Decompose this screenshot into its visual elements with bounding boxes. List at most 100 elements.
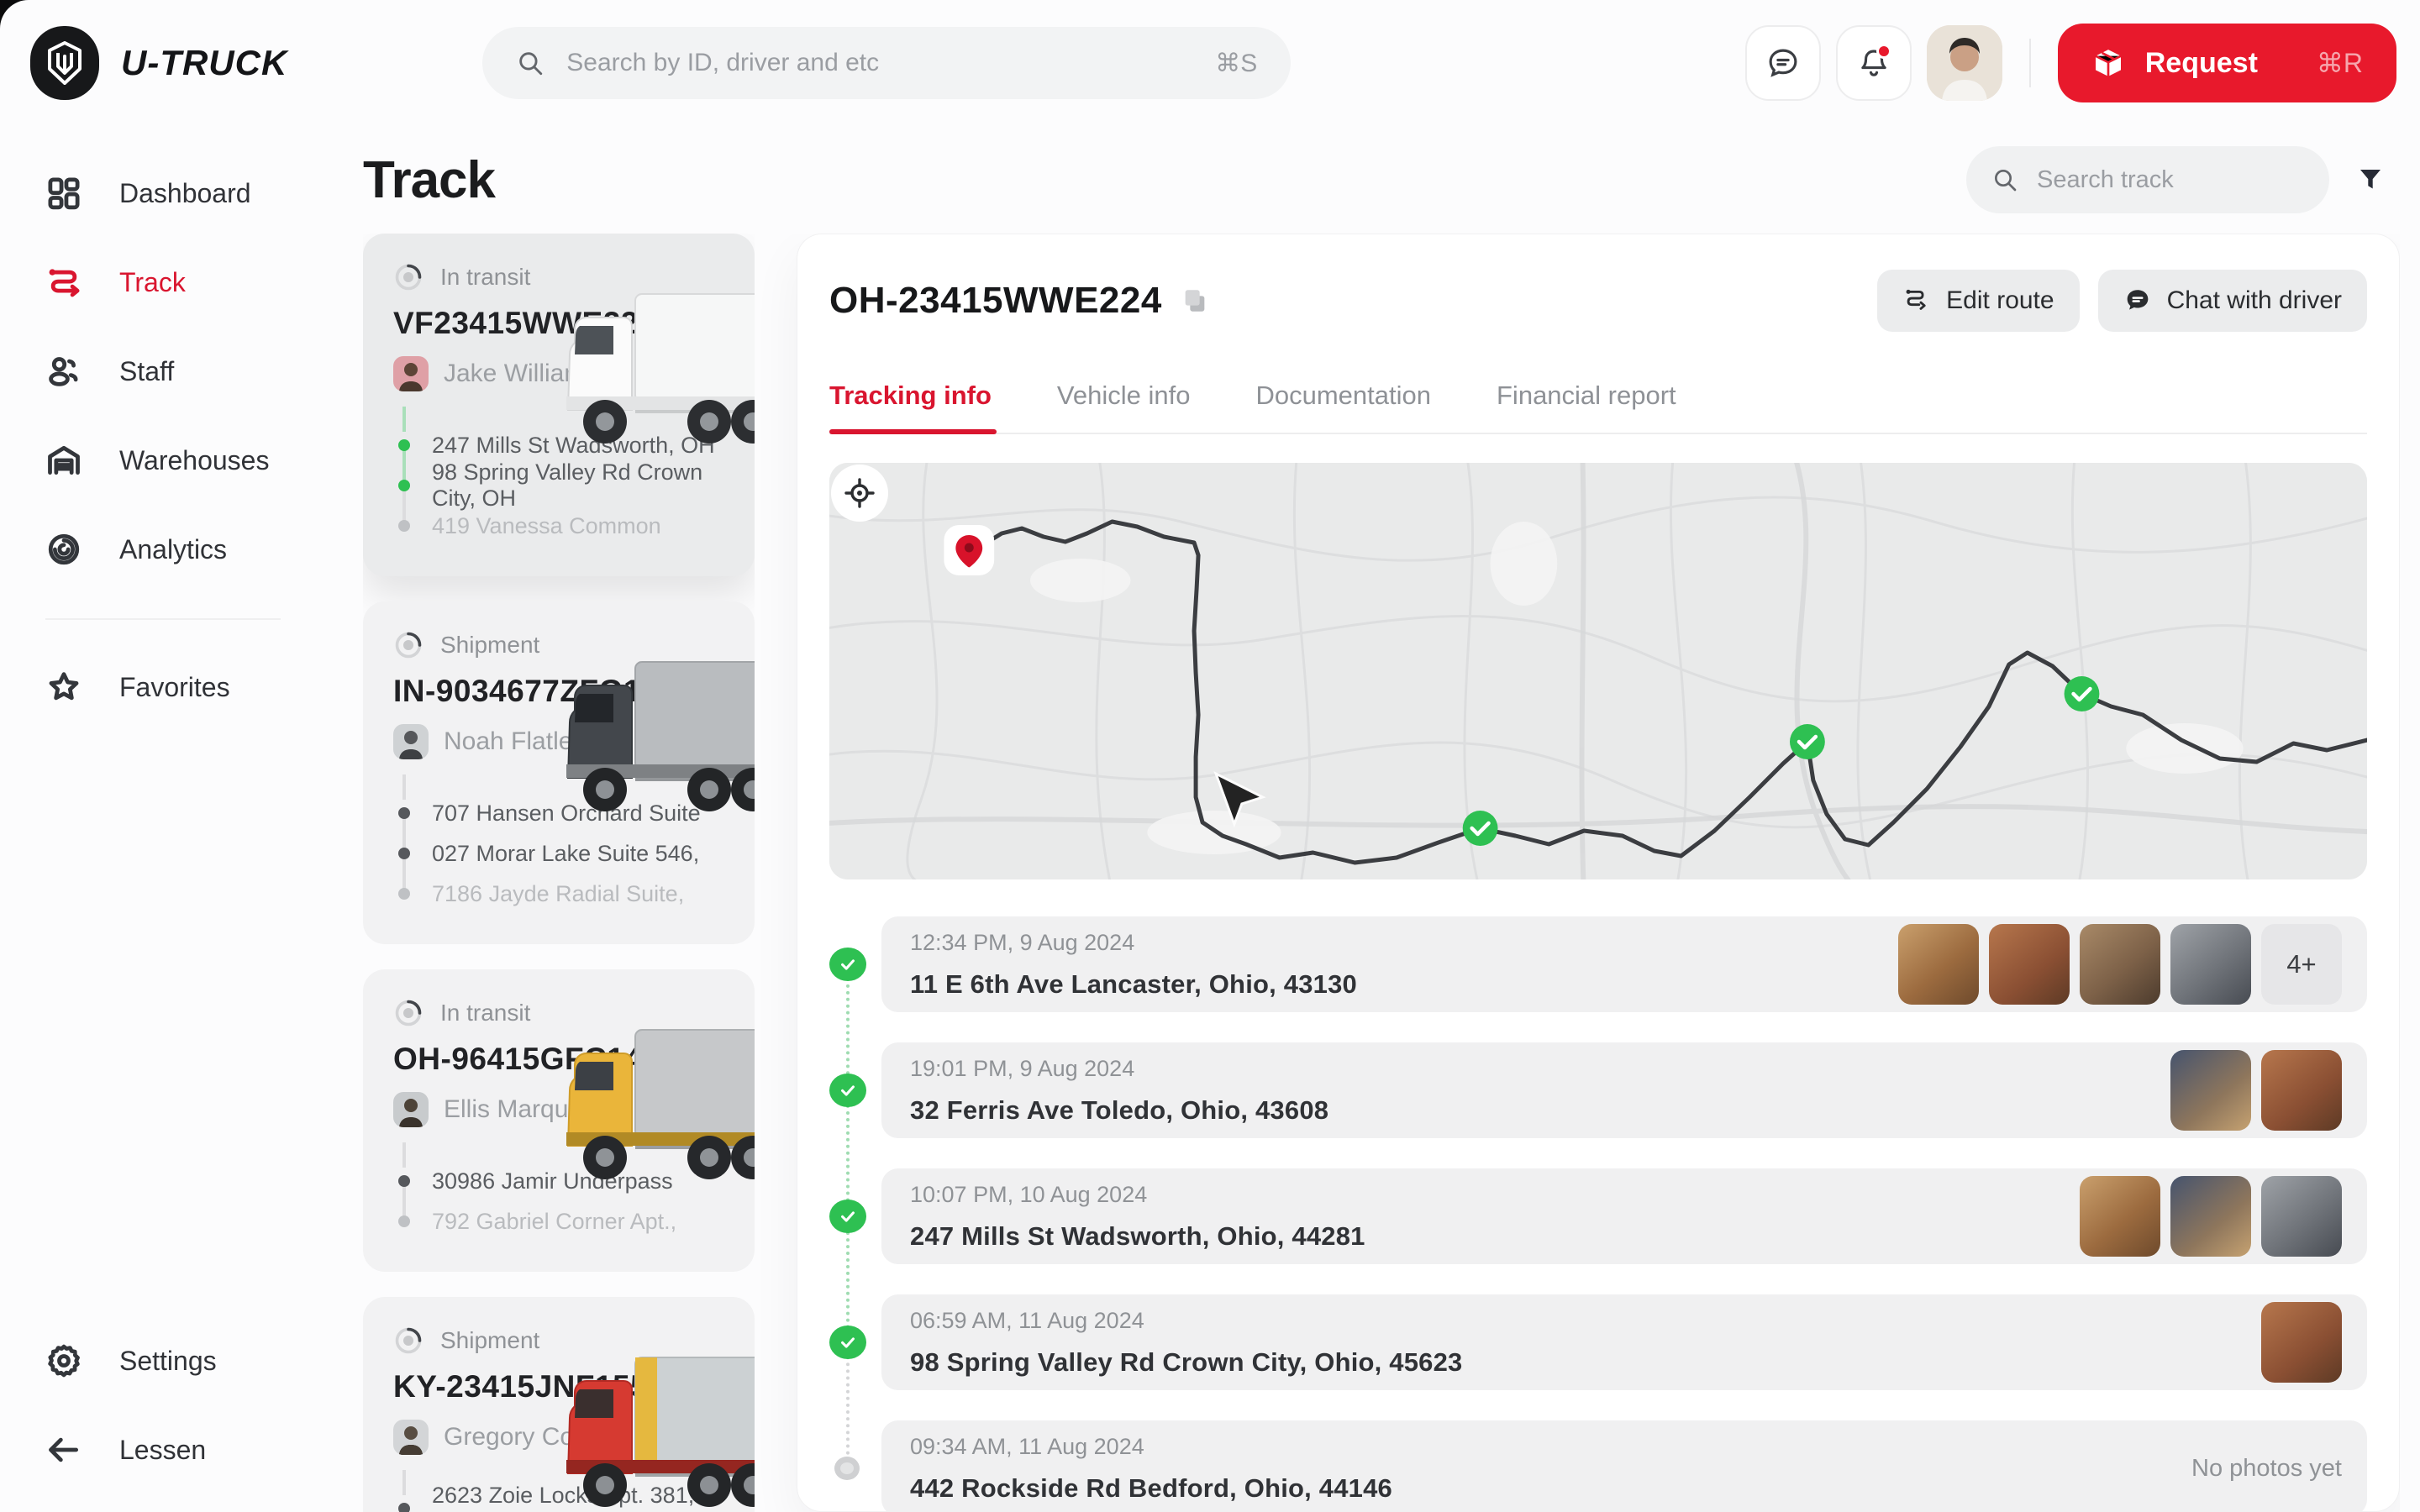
shipment-card[interactable]: Shipment KY-23415JNF155 Gregory Corwin 2… — [363, 1297, 755, 1512]
track-search-placeholder: Search track — [2037, 166, 2174, 194]
sidebar-item-settings[interactable]: Settings — [45, 1337, 329, 1384]
timeline-entry: 09:34 AM, 11 Aug 2024 442 Rockside Rd Be… — [829, 1420, 2367, 1512]
sidebar-item-label: Analytics — [119, 534, 227, 565]
checkpoint-done-icon — [829, 1326, 866, 1359]
global-search-placeholder: Search by ID, driver and etc — [566, 49, 1215, 77]
map-checkpoint-marker — [1790, 724, 1825, 759]
sidebar-collapse-label: Lessen — [119, 1435, 206, 1466]
sidebar-item-label: Favorites — [119, 672, 230, 703]
user-avatar[interactable] — [1927, 25, 2002, 101]
chat-with-driver-button[interactable]: Chat with driver — [2098, 270, 2367, 332]
shipment-status: In transit — [440, 264, 530, 291]
photo-thumbnail[interactable] — [2261, 1302, 2342, 1383]
chat-filled-icon — [2123, 286, 2152, 315]
sidebar-item-track[interactable]: Track — [45, 259, 329, 306]
global-search-input[interactable]: Search by ID, driver and etc ⌘S — [482, 27, 1291, 99]
sidebar-divider — [45, 618, 281, 620]
timeline-entry: 12:34 PM, 9 Aug 2024 11 E 6th Ave Lancas… — [829, 916, 2367, 1012]
copy-icon[interactable] — [1181, 286, 1209, 315]
truck-image-yellow — [536, 1006, 755, 1200]
status-progress-icon — [393, 998, 424, 1028]
driver-avatar — [393, 1420, 429, 1455]
photo-thumbnail[interactable] — [2170, 1050, 2251, 1131]
shield-logo-icon — [46, 41, 83, 85]
photo-thumbnail[interactable] — [2170, 1176, 2251, 1257]
tab-financial-report[interactable]: Financial report — [1497, 381, 1676, 433]
timeline-card[interactable]: 12:34 PM, 9 Aug 2024 11 E 6th Ave Lancas… — [881, 916, 2367, 1012]
star-icon — [45, 669, 82, 706]
timeline-address: 32 Ferris Ave Toledo, Ohio, 43608 — [910, 1095, 1328, 1126]
map-canvas — [829, 463, 2367, 879]
search-icon — [516, 49, 544, 77]
sidebar-settings-label: Settings — [119, 1346, 217, 1377]
timeline-card[interactable]: 06:59 AM, 11 Aug 2024 98 Spring Valley R… — [881, 1294, 2367, 1390]
edit-route-label: Edit route — [1946, 286, 2054, 315]
timeline-card[interactable]: 10:07 PM, 10 Aug 2024 247 Mills St Wadsw… — [881, 1168, 2367, 1264]
tracking-detail-panel: OH-23415WWE224 — [797, 234, 2400, 1512]
timeline-time: 10:07 PM, 10 Aug 2024 — [910, 1182, 1365, 1208]
edit-route-button[interactable]: Edit route — [1877, 270, 2079, 332]
timeline-entry: 06:59 AM, 11 Aug 2024 98 Spring Valley R… — [829, 1294, 2367, 1390]
avatar-photo — [1927, 25, 2002, 101]
locate-button[interactable] — [829, 463, 890, 523]
sidebar-item-label: Track — [119, 267, 186, 298]
sidebar-item-warehouses[interactable]: Warehouses — [45, 437, 329, 484]
map-checkpoint-marker — [2065, 676, 2100, 711]
tracking-id: OH-23415WWE224 — [829, 280, 1162, 322]
edit-route-icon — [1902, 286, 1931, 315]
analytics-icon — [45, 531, 82, 568]
request-button[interactable]: Request ⌘R — [2058, 24, 2396, 102]
stop-address: 7186 Jayde Radial Suite, — [432, 881, 684, 907]
topbar: U-TRUCK Search by ID, driver and etc ⌘S — [0, 0, 2420, 126]
no-photos-label: No photos yet — [2191, 1455, 2342, 1483]
filter-button[interactable] — [2341, 150, 2400, 209]
photo-thumbnail[interactable] — [1989, 924, 2070, 1005]
track-search-input[interactable]: Search track — [1966, 146, 2329, 213]
photo-thumbnail[interactable] — [2080, 1176, 2160, 1257]
timeline-time: 12:34 PM, 9 Aug 2024 — [910, 930, 1357, 956]
sidebar-item-staff[interactable]: Staff — [45, 348, 329, 395]
tab-tracking-info[interactable]: Tracking info — [829, 381, 992, 433]
photo-thumbnail[interactable] — [2080, 924, 2160, 1005]
photo-thumbnail[interactable] — [1898, 924, 1979, 1005]
stop-address: 792 Gabriel Corner Apt., — [432, 1209, 676, 1235]
timeline-time: 06:59 AM, 11 Aug 2024 — [910, 1308, 1463, 1334]
photo-thumbnail[interactable] — [2261, 1050, 2342, 1131]
route-icon — [45, 264, 82, 301]
sidebar-item-label: Staff — [119, 356, 174, 387]
detail-tabs: Tracking info Vehicle info Documentation… — [829, 381, 2367, 434]
timeline-card[interactable]: 09:34 AM, 11 Aug 2024 442 Rockside Rd Be… — [881, 1420, 2367, 1512]
tab-documentation[interactable]: Documentation — [1255, 381, 1431, 433]
staff-icon — [45, 353, 82, 390]
photo-thumbnail[interactable] — [2261, 1176, 2342, 1257]
notifications-button[interactable] — [1836, 25, 1912, 101]
status-progress-icon — [393, 262, 424, 292]
photo-thumbnail[interactable] — [2170, 924, 2251, 1005]
warehouse-icon — [45, 442, 82, 479]
tab-vehicle-info[interactable]: Vehicle info — [1057, 381, 1191, 433]
chat-with-driver-label: Chat with driver — [2167, 286, 2342, 315]
sidebar-item-dashboard[interactable]: Dashboard — [45, 170, 329, 217]
status-progress-icon — [393, 630, 424, 660]
timeline-time: 09:34 AM, 11 Aug 2024 — [910, 1434, 1392, 1460]
messages-button[interactable] — [1745, 25, 1821, 101]
timeline-card[interactable]: 19:01 PM, 9 Aug 2024 32 Ferris Ave Toled… — [881, 1042, 2367, 1138]
arrow-left-icon — [45, 1431, 82, 1468]
sidebar-item-favorites[interactable]: Favorites — [45, 664, 329, 711]
checkpoint-pending-icon — [834, 1457, 860, 1480]
driver-avatar — [393, 356, 429, 391]
route-map[interactable] — [829, 463, 2367, 879]
dashboard-icon — [45, 175, 82, 212]
shipment-card[interactable]: In transit OH-96415GFC145 Ellis Marquard… — [363, 969, 755, 1272]
shipment-card[interactable]: Shipment IN-9034677ZFG154 Noah Flatley 7… — [363, 601, 755, 944]
shipment-status: Shipment — [440, 1327, 539, 1354]
timeline-connector-green — [846, 964, 850, 1342]
sidebar-item-analytics[interactable]: Analytics — [45, 526, 329, 573]
more-photos-badge[interactable]: 4+ — [2261, 924, 2342, 1005]
current-location-pin — [944, 525, 994, 575]
checkpoint-done-icon — [829, 1200, 866, 1233]
driver-avatar — [393, 1092, 429, 1127]
shipment-card[interactable]: In transit VF23415WWE224 Jake Williamson… — [363, 234, 755, 576]
checkpoint-done-icon — [829, 1074, 866, 1107]
sidebar-collapse-button[interactable]: Lessen — [45, 1426, 329, 1473]
